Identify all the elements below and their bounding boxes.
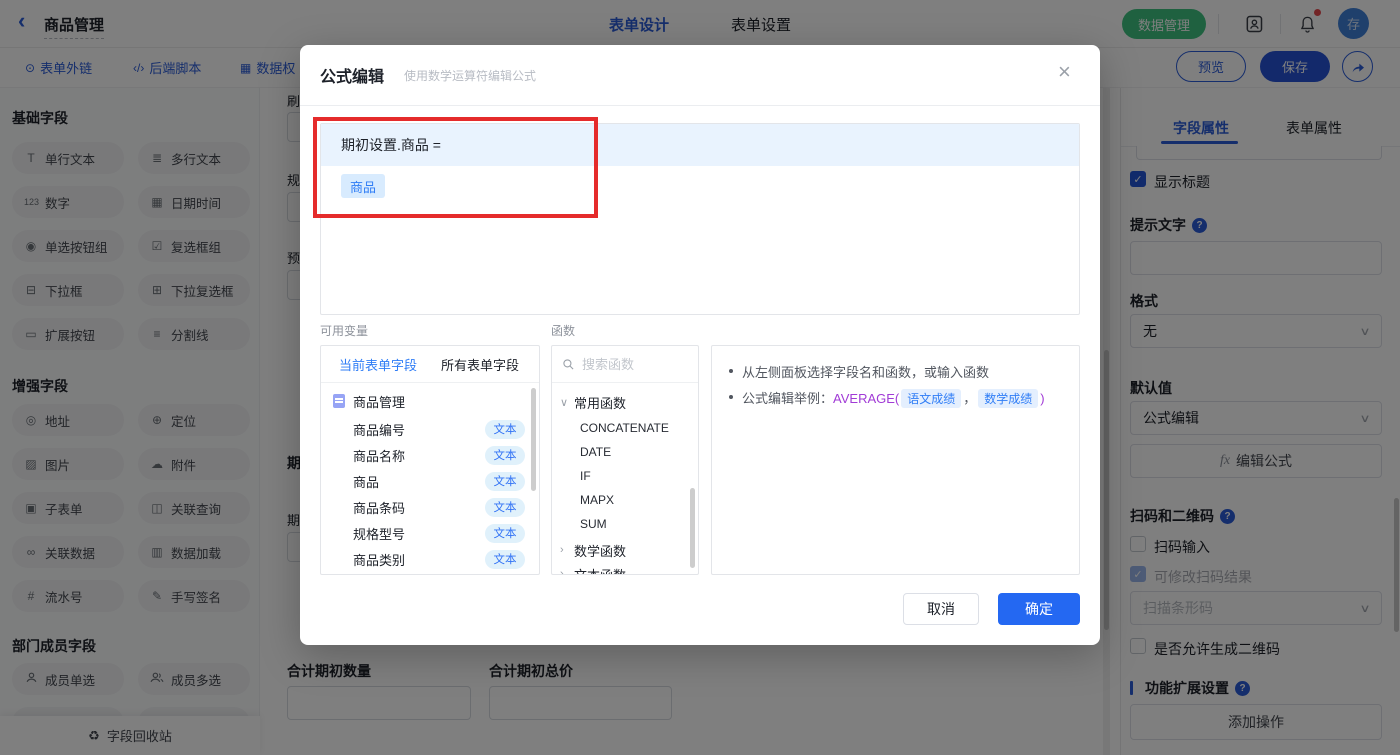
type-badge: 文本 [485,497,525,517]
formula-field-chip[interactable]: 商品 [341,174,386,198]
vars-section-label: 可用变量 [320,324,369,338]
cancel-button[interactable]: 取消 [903,593,979,625]
function-item[interactable]: MAPX [552,488,698,512]
function-search [552,346,698,383]
functions-panel: ∨常用函数 CONCATENATE DATE IF MAPX SUM ›数学函数… [551,345,699,575]
function-item[interactable]: CONCATENATE [552,416,698,440]
formula-target: 期初设置.商品 = [321,124,1079,166]
tab-all-fields[interactable]: 所有表单字段 [441,355,519,374]
example-chip: 数学成绩 [978,389,1039,408]
formula-edit-modal: 公式编辑 使用数学运算符编辑公式 × 期初设置.商品 = 商品 可用变量 当前表… [300,45,1100,645]
variables-panel: 当前表单字段 所有表单字段 商品管理 商品编号 文本 商品名称 文本 商品 文本 商品… [320,345,540,575]
type-badge: 文本 [485,523,525,543]
type-badge: 文本 [485,549,525,569]
func-group-text[interactable]: › 文本函数 [552,562,698,575]
funcs-section-label: 函数 [551,324,576,338]
confirm-button[interactable]: 确定 [998,593,1080,625]
tip-item: 公式编辑举例：AVERAGE(语文成绩，数学成绩) [729,388,1069,408]
vars-scrollbar-thumb[interactable] [531,388,536,491]
form-doc-icon [333,394,345,408]
func-group-math[interactable]: › 数学函数 [552,538,698,562]
tree-field-row[interactable]: 规格型号 文本 [321,520,539,546]
tree-field-row[interactable]: 商品编号 文本 [321,416,539,442]
function-item[interactable]: SUM [552,512,698,536]
app-root: ‹ 商品管理 表单设计 表单设置 数据管理 存 ⊙ 表单外链 ‹/› 后端脚本 … [0,0,1400,755]
chevron-down-icon: ∨ [560,396,569,409]
tree-field-row[interactable]: 商品名称 文本 [321,442,539,468]
bullet-dot [729,369,733,373]
search-icon [563,358,574,369]
close-icon[interactable]: × [1058,61,1071,83]
variables-tabs: 当前表单字段 所有表单字段 [321,346,539,383]
chevron-right-icon: › [560,544,564,556]
formula-editor[interactable]: 期初设置.商品 = 商品 [320,123,1080,315]
type-badge: 文本 [485,445,525,465]
divider [300,105,1100,106]
modal-title: 公式编辑 [320,69,385,86]
type-badge: 文本 [485,419,525,439]
tab-current-fields[interactable]: 当前表单字段 [339,355,417,374]
function-item[interactable]: DATE [552,440,698,464]
func-group-common[interactable]: ∨ 常用函数 [552,390,698,414]
chevron-right-icon: › [560,568,564,575]
function-search-input[interactable] [582,356,682,372]
function-item[interactable]: IF [552,464,698,488]
funcs-scrollbar-thumb[interactable] [690,488,695,568]
bullet-dot [729,395,733,399]
tree-field-row[interactable]: 商品类别 文本 [321,546,539,572]
modal-subtitle: 使用数学运算符编辑公式 [404,69,537,83]
tip-item: 从左侧面板选择字段名和函数，或输入函数 [729,362,1064,381]
type-badge: 文本 [485,471,525,491]
tree-root-row[interactable]: 商品管理 [321,388,539,414]
tree-field-row[interactable]: 商品条码 文本 [321,494,539,520]
example-chip: 语文成绩 [901,389,962,408]
tree-field-row[interactable]: 商品 文本 [321,468,539,494]
tips-panel: 从左侧面板选择字段名和函数，或输入函数 公式编辑举例：AVERAGE(语文成绩，… [711,345,1080,575]
